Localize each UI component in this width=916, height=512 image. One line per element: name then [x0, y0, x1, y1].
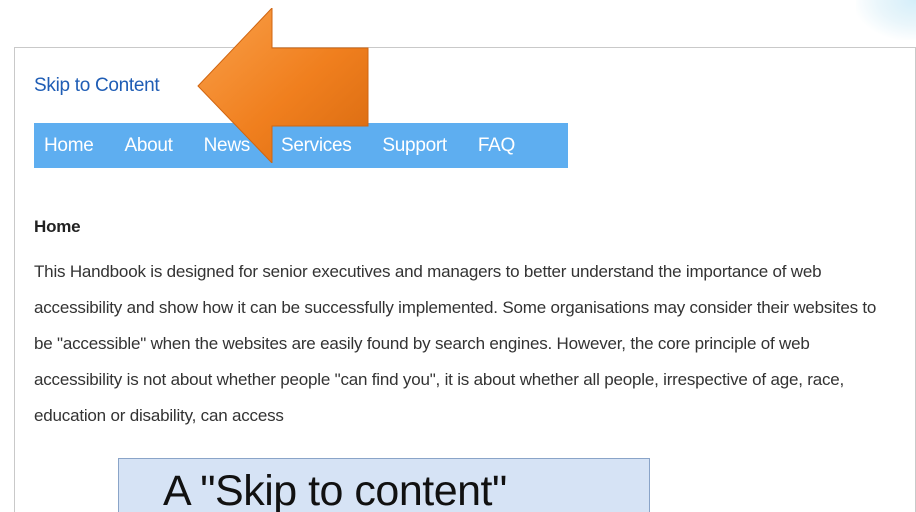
callout-text: A "Skip to content" — [163, 467, 507, 512]
corner-glow — [856, 0, 916, 40]
nav-item-services[interactable]: Services — [281, 135, 352, 157]
nav-item-about[interactable]: About — [124, 135, 172, 157]
nav-item-home[interactable]: Home — [44, 135, 94, 157]
main-nav-bar: Home About News Services Support FAQ — [34, 123, 568, 168]
nav-item-faq[interactable]: FAQ — [478, 135, 515, 157]
skip-to-content-link[interactable]: Skip to Content — [34, 75, 160, 97]
nav-item-support[interactable]: Support — [382, 135, 447, 157]
callout-box: A "Skip to content" — [118, 458, 650, 512]
content-paragraph: This Handbook is designed for senior exe… — [34, 262, 877, 425]
content-heading: Home — [34, 217, 81, 236]
nav-item-news[interactable]: News — [204, 135, 251, 157]
